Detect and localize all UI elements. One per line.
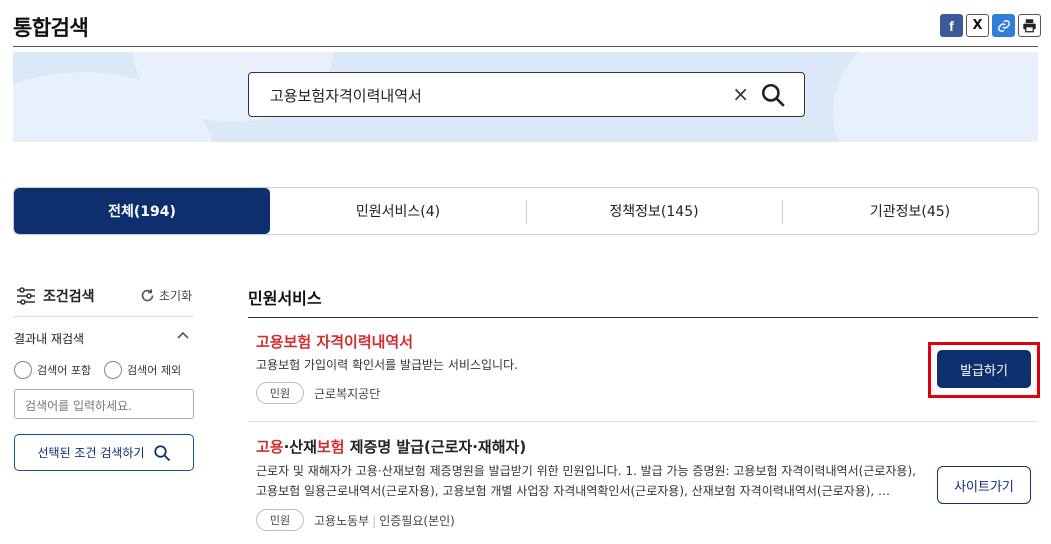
result-title-highlight: 고용보험 자격이력내역서 xyxy=(256,333,414,351)
auth-required: 인증필요(본인) xyxy=(379,514,455,528)
search-query-text: 고용보험자격이력내역서 xyxy=(270,87,422,105)
share-bar: f X xyxy=(940,14,1041,37)
result-org: 고용노동부 | 인증필요(본인) xyxy=(314,514,455,528)
type-badge: 민원 xyxy=(256,509,304,531)
tab-policy-info[interactable]: 정책정보(145) xyxy=(526,188,782,234)
result-tabs: 전체(194) 민원서비스(4) 정책정보(145) 기관정보(45) xyxy=(13,187,1039,235)
refine-keyword-input[interactable]: 검색어를 입력하세요. xyxy=(14,389,194,419)
tab-all[interactable]: 전체(194) xyxy=(14,188,270,234)
chevron-up-icon[interactable] xyxy=(177,329,189,342)
exclude-keyword-option[interactable]: 검색어 제외 xyxy=(104,361,181,379)
apply-filter-button[interactable]: 선택된 조건 검색하기 xyxy=(14,434,194,471)
result-org: 근로복지공단 xyxy=(314,385,380,402)
reset-label: 초기화 xyxy=(159,289,193,303)
type-badge: 민원 xyxy=(256,382,304,404)
include-radio[interactable] xyxy=(14,361,32,379)
org-name: 근로복지공단 xyxy=(314,387,381,401)
filter-header: 조건검색 xyxy=(16,286,95,306)
section-divider xyxy=(248,317,1038,318)
result-title-link[interactable]: 고용·산재보험 제증명 발급(근로자·재해자) xyxy=(256,436,526,457)
tab-civil-service[interactable]: 민원서비스(4) xyxy=(270,188,526,234)
focus-highlight-box xyxy=(928,342,1040,398)
go-to-site-button[interactable]: 사이트가기 xyxy=(937,466,1031,504)
org-name: 고용노동부 xyxy=(314,514,370,528)
result-title-link[interactable]: 고용보험 자격이력내역서 xyxy=(256,331,413,352)
result-divider xyxy=(248,421,1038,422)
result-description: 근로자 및 재해자가 고용·산재보험 제증명원을 발급받기 위한 민원입니다. … xyxy=(256,464,916,498)
x-twitter-icon[interactable]: X xyxy=(966,14,989,37)
filter-title: 조건검색 xyxy=(43,289,95,305)
apply-filter-label: 선택된 조건 검색하기 xyxy=(37,446,145,460)
clear-icon[interactable]: × xyxy=(732,82,749,106)
header-divider xyxy=(13,46,1038,47)
exclude-label: 검색어 제외 xyxy=(127,364,182,377)
title-highlight: 보험 xyxy=(316,438,345,456)
title-text: ·산재 xyxy=(283,438,317,456)
section-title: 민원서비스 xyxy=(248,289,322,308)
refine-search-title: 결과내 재검색 xyxy=(14,332,85,346)
title-text: 제증명 발급(근로자·재해자) xyxy=(344,438,527,456)
facebook-icon[interactable]: f xyxy=(940,14,963,37)
page-title: 통합검색 xyxy=(13,16,89,40)
result-description: 고용보험 가입이력 확인서를 발급받는 서비스입니다. xyxy=(256,358,518,372)
filter-sliders-icon xyxy=(17,287,35,305)
search-icon[interactable] xyxy=(760,82,786,108)
sidebar-divider xyxy=(13,316,194,317)
refresh-icon xyxy=(141,289,154,302)
search-input[interactable]: 고용보험자격이력내역서 × xyxy=(248,72,805,117)
tab-agency-info[interactable]: 기관정보(45) xyxy=(782,188,1038,234)
include-label: 검색어 포함 xyxy=(37,364,92,377)
print-icon[interactable] xyxy=(1018,14,1041,37)
link-copy-icon[interactable] xyxy=(992,14,1015,37)
search-icon xyxy=(153,444,170,461)
title-highlight: 고용 xyxy=(256,438,284,456)
exclude-radio[interactable] xyxy=(104,361,122,379)
include-keyword-option[interactable]: 검색어 포함 xyxy=(14,361,91,379)
reset-button[interactable]: 초기화 xyxy=(140,287,192,304)
